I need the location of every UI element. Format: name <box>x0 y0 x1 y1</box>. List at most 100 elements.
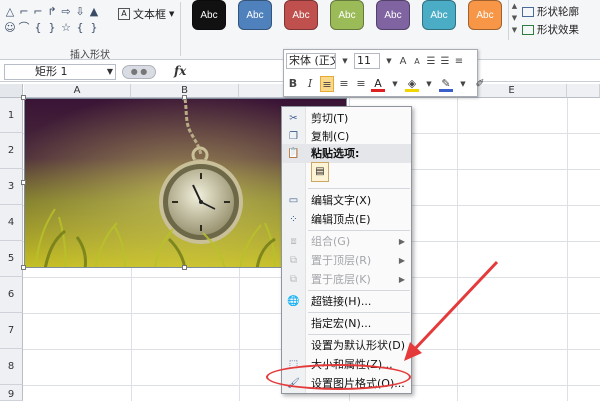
styles-gallery-scroll[interactable]: ▲ ▼ ▼ <box>508 0 520 40</box>
shape-style-swatch[interactable]: Abc <box>422 0 456 30</box>
shape-style-swatch[interactable]: Abc <box>376 0 410 30</box>
menu-separator <box>308 312 410 313</box>
paragraph-icon[interactable]: ≡ <box>454 56 464 67</box>
shapes-row-1: △ ⌐ ⌐ ↱ ⇨ ⇩ ▲ <box>4 4 104 20</box>
shape-smiley-icon[interactable]: ☺ <box>4 21 16 35</box>
highlight-ellipse <box>266 364 411 390</box>
name-box[interactable]: 矩形 1 ▼ <box>4 64 116 80</box>
menu-item-label: 粘贴选项: <box>311 147 360 160</box>
select-all-corner[interactable] <box>0 84 23 98</box>
grid-line <box>567 98 568 401</box>
increase-indent-icon[interactable]: ☰ <box>440 56 450 67</box>
menu-item-edit-points[interactable]: ⁘ 编辑顶点(E) <box>282 210 411 229</box>
row-header-9[interactable]: 9 <box>0 385 23 401</box>
resize-handle[interactable] <box>182 95 187 100</box>
align-right-button[interactable]: ≡ <box>354 76 368 92</box>
gallery-scroll-icon[interactable]: ▲ <box>88 5 100 19</box>
menu-item-label: 超链接(H)... <box>311 295 372 308</box>
row-header-5[interactable]: 5 <box>0 241 23 277</box>
mini-toolbar-row-1: 宋体 (正文) ▼ 11 ▼ A A ☰ ☰ ≡ <box>286 53 464 69</box>
shape-bent-arrow-icon[interactable]: ↱ <box>46 5 58 19</box>
menu-separator <box>308 230 410 231</box>
group-divider <box>180 2 181 56</box>
fill-color-icon[interactable]: ◈ <box>405 76 419 92</box>
font-color-button[interactable]: A <box>371 76 385 92</box>
row-header-8[interactable]: 8 <box>0 349 23 385</box>
resize-handle[interactable] <box>21 180 26 185</box>
menu-item-assign-macro[interactable]: 指定宏(N)... <box>282 314 411 333</box>
font-size-value: 11 <box>357 54 371 67</box>
shape-style-swatch[interactable]: Abc <box>238 0 272 30</box>
cut-icon: ✂ <box>289 113 298 124</box>
shape-connector-icon[interactable]: ⌐ <box>32 5 44 19</box>
line-color-icon[interactable]: ✎ <box>439 76 453 92</box>
shape-style-swatch[interactable]: Abc <box>468 0 502 30</box>
scroll-down-icon[interactable]: ▼ <box>509 12 520 24</box>
italic-button[interactable]: I <box>303 76 317 92</box>
shape-triangle-icon[interactable]: △ <box>4 5 16 19</box>
chevron-down-icon[interactable]: ▼ <box>388 76 402 92</box>
menu-item-label: 置于顶层(R) <box>311 254 372 267</box>
shape-style-swatch[interactable]: Abc <box>284 0 318 30</box>
grid-line <box>457 98 458 401</box>
more-icon[interactable]: ▼ <box>509 24 520 36</box>
shape-style-swatch[interactable]: Abc <box>330 0 364 30</box>
decrease-indent-icon[interactable]: ☰ <box>426 56 436 67</box>
formula-bar-splitter[interactable]: ● ● <box>122 65 156 79</box>
shape-brace-right-icon[interactable]: } <box>46 21 58 35</box>
row-header-1[interactable]: 1 <box>0 98 23 133</box>
shape-arc-icon[interactable]: ⌒ <box>18 21 30 35</box>
grow-font-button[interactable]: A <box>398 56 408 67</box>
resize-handle[interactable] <box>182 265 187 270</box>
shape-brace-left-icon[interactable]: { <box>74 21 86 35</box>
group-icon: ⧈ <box>290 236 297 247</box>
format-painter-icon[interactable]: ✐ <box>473 76 487 92</box>
menu-item-label: 置于底层(K) <box>311 273 371 286</box>
shape-down-arrow-icon[interactable]: ⇩ <box>74 5 86 19</box>
shape-style-swatch[interactable]: Abc <box>192 0 226 30</box>
font-size-select[interactable]: 11 <box>354 53 380 69</box>
shape-brace-right-icon[interactable]: } <box>88 21 100 35</box>
menu-item-bring-to-front: ⧉ 置于顶层(R) ▶ <box>282 251 411 270</box>
row-header-6[interactable]: 6 <box>0 277 23 313</box>
shape-brace-left-icon[interactable]: { <box>32 21 44 35</box>
textbox-button[interactable]: A 文本框 ▼ <box>118 6 174 22</box>
bold-button[interactable]: B <box>286 76 300 92</box>
copy-icon: ❐ <box>289 131 298 142</box>
menu-item-group: ⧈ 组合(G) ▶ <box>282 232 411 251</box>
shape-right-arrow-icon[interactable]: ⇨ <box>60 5 72 19</box>
shape-star-icon[interactable]: ☆ <box>60 21 72 35</box>
menu-item-cut[interactable]: ✂ 剪切(T) <box>282 109 411 128</box>
insert-function-button[interactable]: fx <box>174 64 186 78</box>
align-left-button[interactable]: ≡ <box>320 76 334 92</box>
row-header-4[interactable]: 4 <box>0 205 23 241</box>
shape-effects-label: 形状效果 <box>537 24 579 36</box>
row-header-3[interactable]: 3 <box>0 169 23 205</box>
scroll-up-icon[interactable]: ▲ <box>509 0 520 12</box>
column-header-a[interactable]: A <box>24 84 131 98</box>
resize-handle[interactable] <box>21 95 26 100</box>
shrink-font-button[interactable]: A <box>412 57 422 66</box>
shape-effects-button[interactable]: 形状效果 <box>522 22 579 37</box>
chevron-down-icon[interactable]: ▼ <box>456 76 470 92</box>
chevron-down-icon[interactable]: ▼ <box>340 57 350 65</box>
row-header-7[interactable]: 7 <box>0 313 23 349</box>
chevron-down-icon[interactable]: ▼ <box>107 65 113 79</box>
shape-outline-button[interactable]: 形状轮廓 <box>522 4 579 19</box>
align-center-button[interactable]: ≡ <box>337 76 351 92</box>
menu-item-hyperlink[interactable]: 🌐 超链接(H)... <box>282 292 411 311</box>
send-back-icon: ⧉ <box>289 274 298 285</box>
font-name-select[interactable]: 宋体 (正文) <box>286 53 336 69</box>
row-header-2[interactable]: 2 <box>0 133 23 169</box>
resize-handle[interactable] <box>21 265 26 270</box>
chevron-down-icon[interactable]: ▼ <box>422 76 436 92</box>
menu-item-set-default-shape[interactable]: 设置为默认形状(D) <box>282 336 411 355</box>
menu-item-label: 编辑文字(X) <box>311 194 372 207</box>
textbox-label: 文本框 <box>133 8 166 21</box>
menu-item-label: 指定宏(N)... <box>311 317 372 330</box>
chevron-down-icon[interactable]: ▼ <box>384 57 394 65</box>
menu-item-edit-text[interactable]: ▭ 编辑文字(X) <box>282 191 411 210</box>
shape-connector-icon[interactable]: ⌐ <box>18 5 30 19</box>
paste-option-button[interactable]: ▤ <box>311 162 329 182</box>
submenu-arrow-icon: ▶ <box>398 237 405 246</box>
